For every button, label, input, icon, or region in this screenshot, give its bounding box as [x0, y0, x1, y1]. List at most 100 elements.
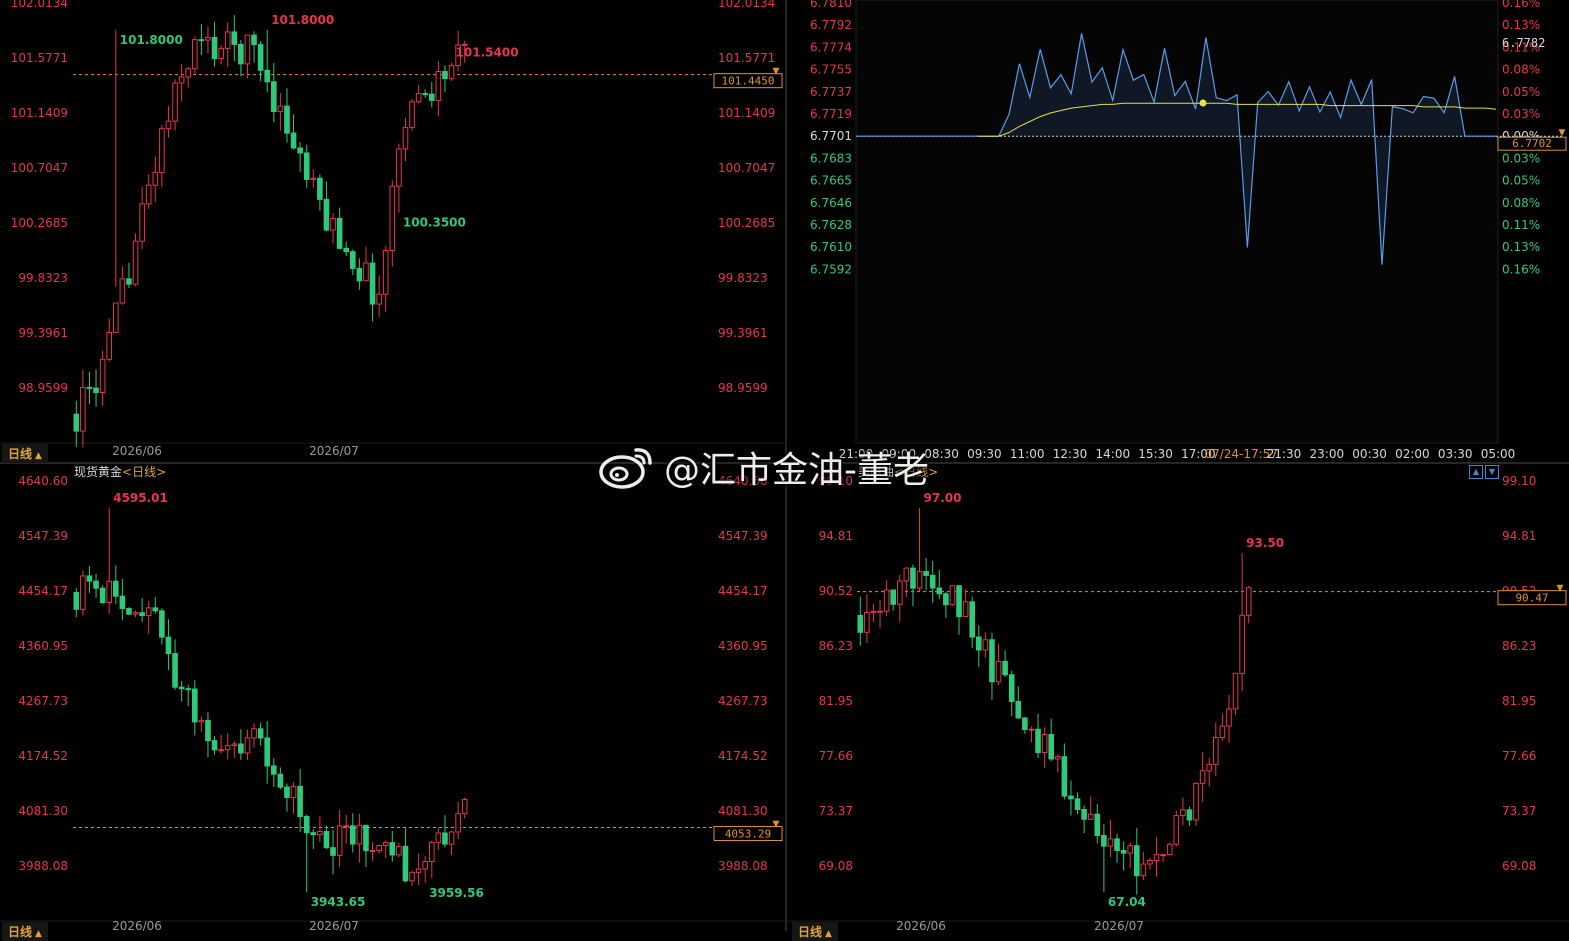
- candle-body: [277, 105, 284, 113]
- candle-body: [442, 832, 448, 845]
- y-tick-left: 77.66: [819, 749, 853, 763]
- candle-body: [317, 177, 323, 200]
- candle-body: [428, 93, 435, 101]
- y-tick-right: 0.13%: [1502, 240, 1540, 254]
- x-tick: 2026/07: [309, 444, 359, 458]
- candle-body: [363, 262, 369, 282]
- candle-body: [910, 567, 916, 589]
- candle-body: [936, 587, 943, 595]
- candle-body: [119, 278, 126, 304]
- candle-body: [356, 824, 363, 845]
- candle-body: [389, 842, 396, 856]
- candle-body: [218, 47, 224, 60]
- y-tick-right: 0.13%: [1502, 18, 1540, 32]
- minute-chart-top-right[interactable]: 6.7810 6.7792 6.7774 6.7755 6.7737 6.7719 6.77…: [810, 0, 1567, 461]
- candle-body: [330, 847, 336, 856]
- candle-body: [1022, 717, 1028, 731]
- y-tick-right: 3988.08: [718, 859, 768, 873]
- candle-body: [205, 36, 211, 41]
- candle-body: [159, 128, 165, 173]
- y-tick-left: 6.7665: [810, 174, 852, 188]
- daily-period-tab-bottom-right[interactable]: 日线 ▲: [792, 922, 838, 941]
- candle-body: [409, 101, 415, 128]
- candle-body: [165, 120, 172, 130]
- y-tick-left: 99.3961: [18, 326, 68, 340]
- candle-body: [244, 34, 251, 65]
- candle-body: [251, 728, 257, 739]
- y-tick-left: 4174.52: [18, 749, 68, 763]
- candle-body: [1074, 798, 1081, 811]
- y-tick-right: 73.37: [1502, 804, 1536, 818]
- zoom-out-icon[interactable]: ▼: [1485, 465, 1499, 479]
- candle-body: [396, 148, 402, 187]
- candle-body: [343, 247, 350, 253]
- candle-body: [231, 31, 238, 45]
- candle-body: [349, 251, 356, 269]
- candle-body: [455, 813, 461, 833]
- candle-body: [428, 841, 435, 863]
- candle-body: [995, 660, 1002, 683]
- candle-body: [264, 737, 271, 767]
- y-tick-right: 86.23: [1502, 639, 1536, 653]
- candle-body: [73, 413, 80, 432]
- y-tick-left: 100.2685: [11, 216, 68, 230]
- daily-period-tab-top[interactable]: 日线 ▲: [2, 444, 48, 463]
- x-tick: 08:30: [924, 447, 959, 461]
- candle-body: [923, 570, 929, 576]
- candle-body: [929, 574, 936, 589]
- candle-body: [1035, 728, 1041, 754]
- candle-body: [461, 799, 468, 815]
- y-tick-left: 101.5771: [11, 51, 68, 65]
- candle-body: [224, 744, 231, 751]
- candle-body: [99, 587, 106, 604]
- price-chart-top-left[interactable]: 102.0134 102.0134 101.5771 101.5771 101.1409…: [11, 0, 783, 458]
- y-tick-right: 0.03%: [1502, 107, 1540, 121]
- candle-body: [1068, 795, 1074, 800]
- x-tick: 03:30: [1438, 447, 1473, 461]
- candle-body: [1219, 725, 1226, 738]
- low-label: 3943.65: [311, 895, 366, 909]
- y-tick-left: 6.7719: [810, 107, 852, 121]
- candle-body: [376, 293, 382, 305]
- daily-period-tab-bottom-left[interactable]: 日线 ▲: [2, 922, 48, 941]
- candle-body: [257, 728, 264, 739]
- candle-body: [389, 185, 396, 252]
- y-tick-left: 4081.30: [18, 804, 68, 818]
- y-tick-right: 81.95: [1502, 694, 1536, 708]
- y-tick-right: 0.16%: [1502, 262, 1540, 276]
- candle-body: [211, 36, 218, 60]
- candle-body: [284, 786, 290, 798]
- y-tick-right: 0.08%: [1502, 196, 1540, 210]
- candle-body: [132, 612, 139, 615]
- candle-body: [126, 608, 132, 615]
- y-tick-left: 73.37: [819, 804, 853, 818]
- candle-body: [1193, 782, 1199, 821]
- candle-body: [1180, 809, 1186, 817]
- y-tick-right: 4267.73: [718, 694, 768, 708]
- x-tick: 2026/06: [896, 919, 946, 931]
- candle-body: [890, 589, 897, 605]
- y-tick-left: 4267.73: [18, 694, 68, 708]
- gold-pane-title: 现货黄金<日线>: [74, 465, 167, 479]
- candle-body: [172, 653, 178, 688]
- candle-body: [415, 93, 422, 103]
- candle-body: [93, 387, 99, 394]
- candle-body: [1206, 763, 1213, 772]
- candle-body: [191, 39, 198, 70]
- zoom-in-icon[interactable]: ▲: [1469, 465, 1483, 479]
- candle-body: [1087, 813, 1094, 820]
- crude-oil-daily-chart[interactable]: 99.1099.1094.8194.8190.5290.5286.2386.23…: [819, 474, 1567, 931]
- candle-body: [126, 278, 132, 285]
- y-tick-left: 4454.17: [18, 584, 68, 598]
- candle-body: [1173, 815, 1180, 845]
- candle-body: [402, 126, 409, 150]
- candle-body: [1107, 838, 1114, 847]
- candle-body: [903, 567, 910, 582]
- candle-body: [356, 267, 363, 282]
- candle-body: [1186, 809, 1193, 821]
- x-tick: 23:00: [1310, 447, 1345, 461]
- y-tick-right: 101.5771: [718, 51, 775, 65]
- low-label: 101.8000: [120, 33, 183, 47]
- low-label: 100.3500: [403, 216, 466, 230]
- gold-daily-chart[interactable]: 4640.60 4640.604547.39 4547.394454.17 4454.…: [18, 474, 783, 931]
